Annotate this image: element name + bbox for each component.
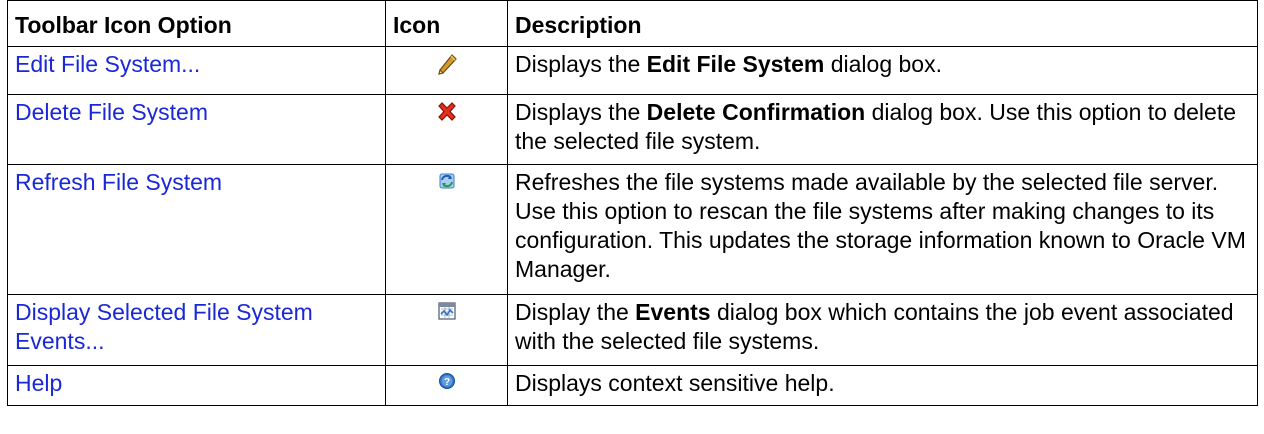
table-row: Refresh File System Refreshes the file s… [7, 164, 1258, 295]
dialog-name: Events [635, 299, 711, 325]
option-link-edit-file-system[interactable]: Edit File System... [15, 51, 200, 77]
option-link-display-events[interactable]: Display Selected File System Events... [15, 299, 313, 354]
table-header-row: Toolbar Icon Option Icon Description [7, 0, 1258, 47]
events-icon [437, 302, 457, 328]
description-text: Displays the [515, 99, 647, 125]
description-text: Displays context sensitive help. [515, 370, 835, 396]
dialog-name: Delete Confirmation [646, 99, 866, 125]
header-description: Description [507, 0, 1258, 47]
description-text: Displays the [515, 51, 647, 77]
pencil-icon [436, 54, 458, 80]
table-row: Help ? Displays context sensitive help. [7, 365, 1258, 406]
option-link-refresh-file-system[interactable]: Refresh File System [15, 169, 222, 195]
description-text: Display the [515, 299, 636, 325]
svg-text:?: ? [443, 377, 449, 388]
table-row: Delete File System Displays the Delete C… [7, 94, 1258, 165]
header-icon: Icon [385, 0, 508, 47]
table-row: Edit File System... Displays the Edit Fi… [7, 46, 1258, 95]
header-option: Toolbar Icon Option [7, 0, 386, 47]
option-link-delete-file-system[interactable]: Delete File System [15, 99, 208, 125]
delete-x-icon [436, 102, 458, 128]
refresh-icon [437, 172, 457, 198]
option-link-help[interactable]: Help [15, 370, 62, 396]
description-text: Refreshes the file systems made availabl… [515, 169, 1246, 282]
table-row: Display Selected File System Events... D… [7, 294, 1258, 366]
toolbar-options-table: Toolbar Icon Option Icon Description Edi… [7, 0, 1258, 406]
help-icon: ? [438, 373, 456, 399]
dialog-name: Edit File System [646, 51, 825, 77]
description-text: dialog box. [824, 51, 942, 77]
